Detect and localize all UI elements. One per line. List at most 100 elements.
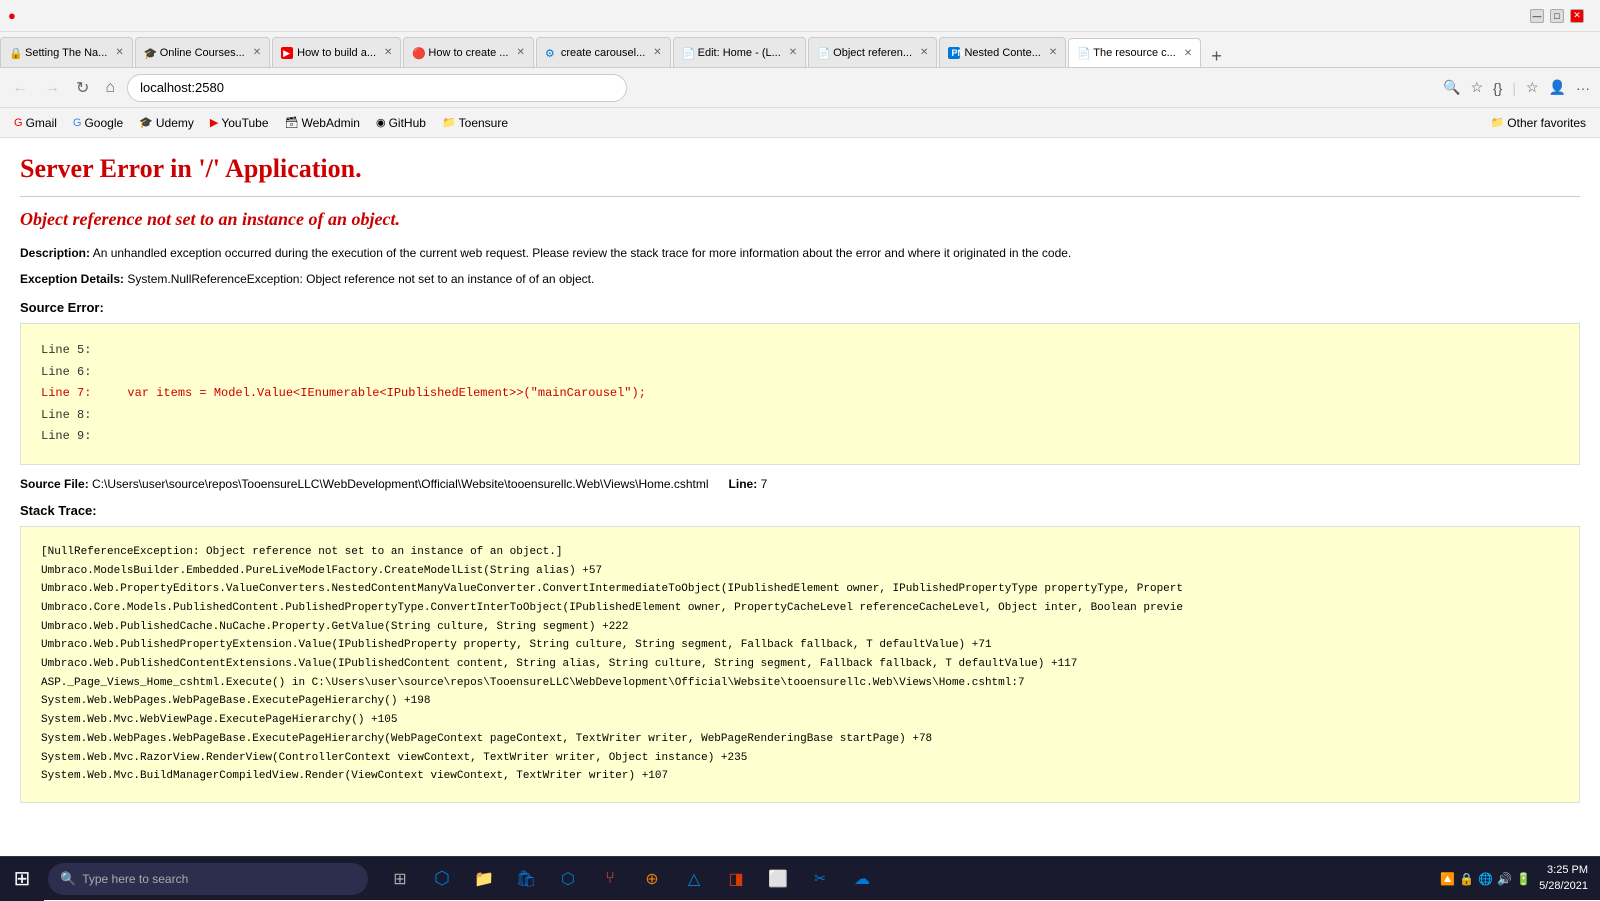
taskbar-search[interactable]: 🔍 Type here to search <box>48 863 368 895</box>
taskbar-app-icons: ⊞ ⬡ 📁 🛍 ⬡ ⑂ ⊕ △ ◨ ⬜ ✂ ☁ <box>380 859 882 899</box>
page-content: Server Error in '/' Application. Object … <box>0 138 1600 856</box>
tab-close-icon[interactable]: ✕ <box>253 47 261 58</box>
vscode-icon[interactable]: ⬡ <box>548 859 588 899</box>
home-button[interactable]: ⌂ <box>101 77 119 99</box>
stack-line-9: System.Web.Mvc.WebViewPage.ExecutePageHi… <box>41 711 1559 730</box>
close-button[interactable]: ✕ <box>1570 9 1584 23</box>
store-icon[interactable]: 🛍 <box>506 859 546 899</box>
stack-line-12: System.Web.Mvc.BuildManagerCompiledView.… <box>41 767 1559 786</box>
tab-close-icon[interactable]: ✕ <box>653 47 661 58</box>
new-tab-button[interactable]: + <box>1203 46 1230 67</box>
search-icon[interactable]: 🔍 <box>1441 77 1462 98</box>
snip-icon[interactable]: ✂ <box>800 859 840 899</box>
bookmark-label: GitHub <box>389 116 426 130</box>
tab-object-ref[interactable]: 📄 Object referen... ✕ <box>808 37 937 67</box>
tab-favicon: 🔒 <box>9 47 21 59</box>
tab-label: The resource c... <box>1093 47 1176 59</box>
tab-nested-content[interactable]: PN Nested Conte... ✕ <box>939 37 1066 67</box>
bookmark-udemy[interactable]: 🎓 Udemy <box>133 114 200 132</box>
stack-line-11: System.Web.Mvc.RazorView.RenderView(Cont… <box>41 749 1559 768</box>
tab-online-courses[interactable]: 🎓 Online Courses... ✕ <box>135 37 270 67</box>
back-button[interactable]: ← <box>8 77 32 99</box>
tab-how-to-create[interactable]: 🔴 How to create ... ✕ <box>403 37 533 67</box>
bookmark-gmail[interactable]: G Gmail <box>8 114 63 132</box>
maximize-button[interactable]: □ <box>1550 9 1564 23</box>
forward-button[interactable]: → <box>40 77 64 99</box>
bookmark-label: Other favorites <box>1507 116 1586 130</box>
tab-setting-na[interactable]: 🔒 Setting The Na... ✕ <box>0 37 133 67</box>
tab-label: Setting The Na... <box>25 47 107 59</box>
favorites-icon[interactable]: ☆ <box>1524 77 1541 98</box>
star-icon[interactable]: ☆ <box>1468 77 1485 98</box>
bookmark-google[interactable]: G Google <box>67 114 129 132</box>
bookmark-toensure[interactable]: 📁 Toensure <box>436 114 514 132</box>
azure-icon[interactable]: △ <box>674 859 714 899</box>
tab-close-icon[interactable]: ✕ <box>789 47 797 58</box>
tray-battery-icon[interactable]: 🔋 <box>1516 872 1531 886</box>
taskview-icon[interactable]: ⊞ <box>380 859 420 899</box>
title-bar: ● — □ ✕ <box>0 0 1600 32</box>
address-bar-icons: 🔍 ☆ {} | ☆ 👤 ··· <box>1441 77 1592 98</box>
tray-volume-icon[interactable]: 🔊 <box>1497 872 1512 886</box>
tray-security-icon[interactable]: 🔒 <box>1459 872 1474 886</box>
photos-icon[interactable]: ⬜ <box>758 859 798 899</box>
tab-edit-home[interactable]: 📄 Edit: Home - (L... ✕ <box>673 37 807 67</box>
tab-favicon: 📄 <box>817 47 829 59</box>
tab-close-icon[interactable]: ✕ <box>384 47 392 58</box>
stack-line-3: Umbraco.Core.Models.PublishedContent.Pub… <box>41 599 1559 618</box>
refresh-button[interactable]: ↻ <box>72 76 93 100</box>
tab-close-icon[interactable]: ✕ <box>1184 48 1192 59</box>
tab-bar: 🔒 Setting The Na... ✕ 🎓 Online Courses..… <box>0 32 1600 68</box>
exception-details-text: Exception Details: System.NullReferenceE… <box>20 270 1580 288</box>
udemy-icon: 🎓 <box>139 116 153 129</box>
exception-details-value: System.NullReferenceException: Object re… <box>127 272 594 286</box>
menu-icon[interactable]: ··· <box>1574 78 1592 98</box>
tab-favicon: 🎓 <box>144 47 156 59</box>
bookmark-youtube[interactable]: ▶ YouTube <box>204 114 275 132</box>
tray-network-icon[interactable]: 🌐 <box>1478 872 1493 886</box>
youtube-icon: ▶ <box>210 116 218 129</box>
folder-icon: 📁 <box>442 116 456 129</box>
tab-the-resource[interactable]: 📄 The resource c... ✕ <box>1068 38 1201 68</box>
stack-line-7: ASP._Page_Views_Home_cshtml.Execute() in… <box>41 674 1559 693</box>
stack-line-6: Umbraco.Web.PublishedContentExtensions.V… <box>41 655 1559 674</box>
bookmark-other-favorites[interactable]: 📁 Other favorites <box>1485 114 1592 132</box>
taskbar-right: 🔼 🔒 🌐 🔊 🔋 3:25 PM 5/28/2021 <box>1440 863 1600 894</box>
edge-icon[interactable]: ⬡ <box>422 859 462 899</box>
line-label: Line: <box>729 477 758 491</box>
tab-close-icon[interactable]: ✕ <box>920 47 928 58</box>
tray-arrow-icon[interactable]: 🔼 <box>1440 872 1455 886</box>
git-icon[interactable]: ⑂ <box>590 859 630 899</box>
tab-close-icon[interactable]: ✕ <box>1049 47 1057 58</box>
tab-label: How to create ... <box>428 47 508 59</box>
file-explorer-icon[interactable]: 📁 <box>464 859 504 899</box>
onedrive-icon[interactable]: ☁ <box>842 859 882 899</box>
start-button[interactable]: ⊞ <box>0 857 44 901</box>
tab-close-icon[interactable]: ✕ <box>516 47 524 58</box>
tab-close-icon[interactable]: ✕ <box>115 47 123 58</box>
blender-icon[interactable]: ⊕ <box>632 859 672 899</box>
tab-how-to-build[interactable]: ▶ How to build a... ✕ <box>272 37 401 67</box>
url-input[interactable] <box>127 74 627 102</box>
stack-trace-header: Stack Trace: <box>20 503 1580 518</box>
line-number-value: 7 <box>761 477 768 491</box>
bookmark-label: Udemy <box>156 116 194 130</box>
webadmin-icon: 🗃 <box>285 116 299 129</box>
code-line-5: Line 5: <box>41 340 1559 362</box>
system-clock[interactable]: 3:25 PM 5/28/2021 <box>1539 863 1588 894</box>
stack-line-8: System.Web.WebPages.WebPageBase.ExecuteP… <box>41 692 1559 711</box>
bookmark-github[interactable]: ◉ GitHub <box>370 114 432 132</box>
error-subtitle: Object reference not set to an instance … <box>20 209 1580 230</box>
bookmark-webadmin[interactable]: 🗃 WebAdmin <box>279 114 366 132</box>
github-icon: ◉ <box>376 116 386 129</box>
tab-create-carousel[interactable]: ⚙ create carousel... ✕ <box>536 37 671 67</box>
minimize-button[interactable]: — <box>1530 9 1544 23</box>
system-tray-icons: 🔼 🔒 🌐 🔊 🔋 <box>1440 872 1531 886</box>
extensions-icon[interactable]: {} <box>1491 78 1504 98</box>
taskbar: ⊞ 🔍 Type here to search ⊞ ⬡ 📁 🛍 ⬡ ⑂ ⊕ △ … <box>0 856 1600 900</box>
account-icon[interactable]: 👤 <box>1547 77 1568 98</box>
source-file-line: Source File: C:\Users\user\source\repos\… <box>20 477 1580 491</box>
tab-favicon: 📄 <box>682 47 694 59</box>
office-icon[interactable]: ◨ <box>716 859 756 899</box>
separator <box>20 196 1580 197</box>
